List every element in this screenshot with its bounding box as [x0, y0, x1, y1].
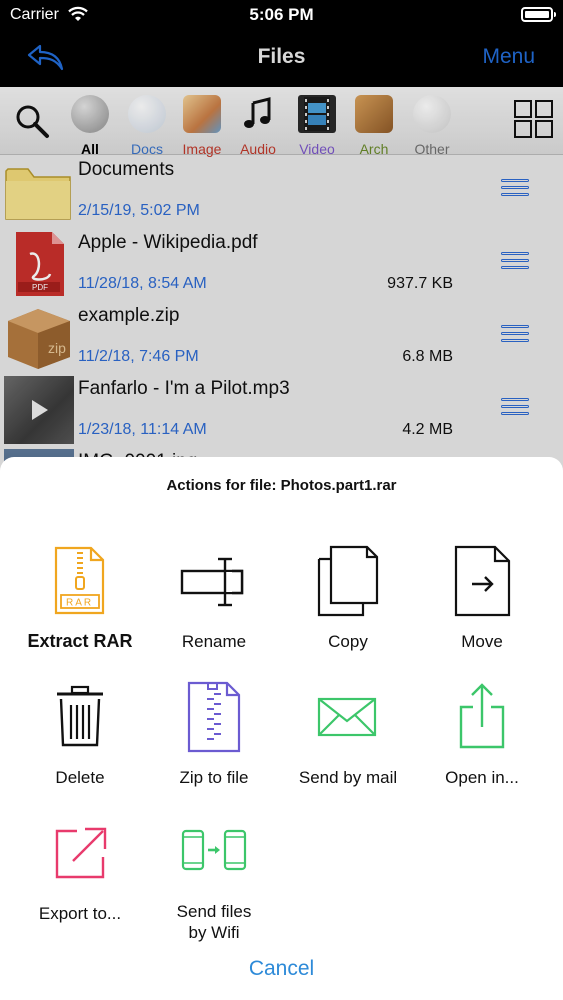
share-icon	[447, 681, 517, 753]
delete-button[interactable]: Delete	[13, 681, 147, 788]
copy-label: Copy	[328, 632, 368, 651]
extract-rar-label: Extract RAR	[27, 631, 133, 651]
rename-label: Rename	[181, 632, 247, 651]
send-files-label-line1: Send files	[176, 902, 252, 921]
send-files-by-wifi-button[interactable]: Send files by Wifi	[147, 817, 281, 943]
send-files-by-wifi-label: Send files by Wifi	[147, 901, 281, 943]
battery-icon	[521, 7, 556, 22]
extract-rar-icon: RAR	[45, 545, 115, 617]
open-in-button[interactable]: Open in...	[415, 681, 549, 788]
open-in-label: Open in...	[445, 768, 519, 787]
clock: 5:06 PM	[249, 5, 314, 24]
extract-rar-button[interactable]: RAR Extract RAR	[13, 545, 147, 652]
move-label: Move	[461, 632, 503, 651]
trash-icon	[45, 681, 115, 753]
rename-icon	[179, 545, 249, 617]
copy-button[interactable]: Copy	[281, 545, 415, 652]
move-icon	[447, 545, 517, 617]
send-files-label-line2: by Wifi	[188, 923, 240, 942]
status-bar: Carrier 5:06 PM	[0, 0, 563, 30]
zip-file-icon	[179, 681, 249, 753]
sheet-heading: Actions for file: Photos.part1.rar	[166, 477, 397, 494]
export-to-button[interactable]: Export to...	[13, 817, 147, 924]
export-icon	[45, 817, 115, 889]
move-button[interactable]: Move	[415, 545, 549, 652]
copy-icon	[313, 545, 383, 617]
svg-text:RAR: RAR	[66, 598, 93, 609]
zip-to-file-button[interactable]: Zip to file	[147, 681, 281, 788]
send-by-mail-button[interactable]: Send by mail	[281, 681, 415, 788]
menu-button[interactable]: Menu	[482, 45, 535, 69]
action-sheet: Actions for file: Photos.part1.rar RAR E…	[0, 457, 563, 1000]
rename-button[interactable]: Rename	[147, 545, 281, 652]
page-title: Files	[257, 45, 306, 68]
nav-bar: Files Menu	[0, 30, 563, 87]
cancel-button[interactable]: Cancel	[0, 957, 563, 981]
export-to-label: Export to...	[38, 904, 122, 923]
send-by-mail-label: Send by mail	[298, 768, 398, 787]
wifi-transfer-icon	[179, 817, 249, 889]
zip-to-file-label: Zip to file	[179, 768, 249, 787]
delete-label: Delete	[55, 768, 105, 787]
mail-icon	[313, 681, 383, 753]
